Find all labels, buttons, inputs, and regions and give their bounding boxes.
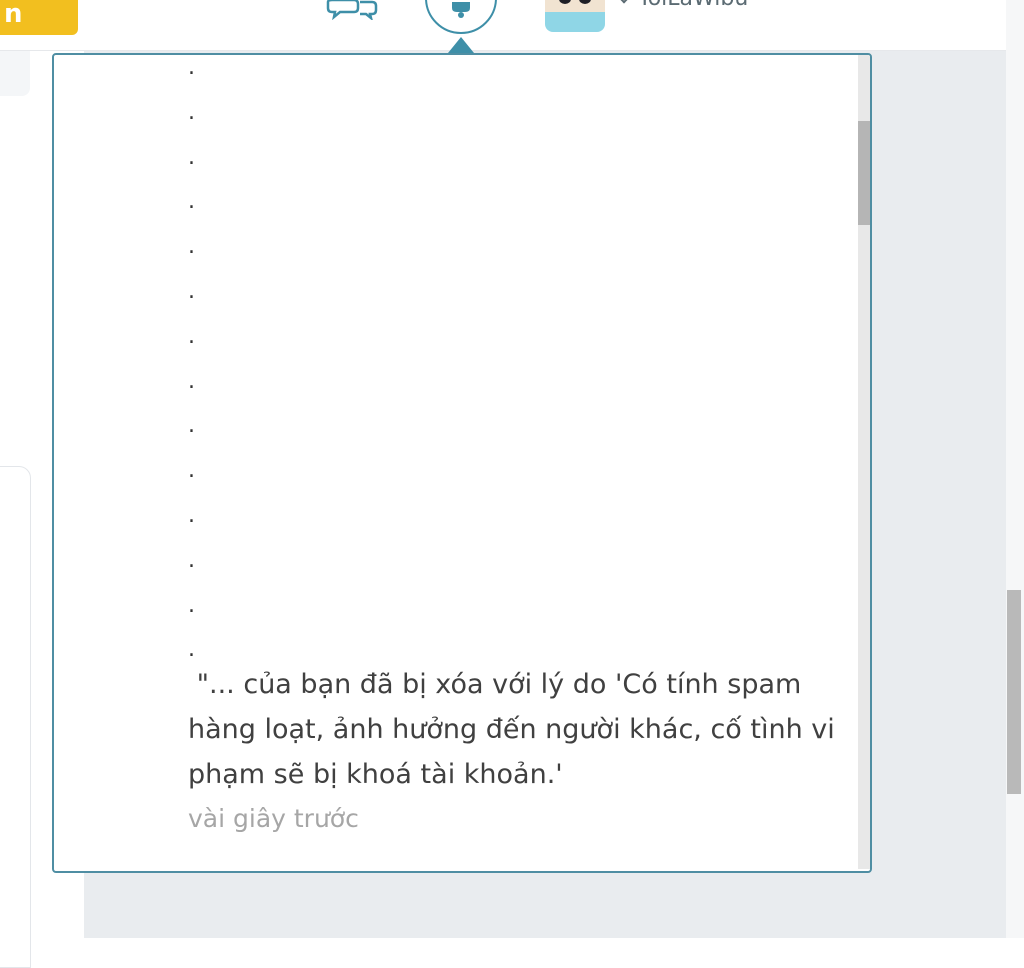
page-scrollbar-thumb[interactable] bbox=[1007, 590, 1021, 794]
notification-timestamp: vài giây trước bbox=[188, 804, 359, 834]
user-avatar[interactable] bbox=[545, 0, 605, 32]
notification-dot-line: . bbox=[188, 99, 195, 125]
notification-dot-line: . bbox=[188, 592, 195, 618]
popup-pointer bbox=[448, 37, 474, 53]
popup-scrollbar-thumb[interactable] bbox=[858, 121, 870, 225]
notification-dot-line: . bbox=[188, 458, 195, 484]
username: ToiLaWibu bbox=[638, 0, 748, 11]
notification-dot-line: . bbox=[188, 144, 195, 170]
notifications-bell-button[interactable] bbox=[425, 0, 497, 34]
header-yellow-button-label: n bbox=[4, 0, 23, 29]
notification-dot-line: . bbox=[188, 234, 195, 260]
header-yellow-button[interactable]: n bbox=[0, 0, 78, 35]
notification-dot-line: . bbox=[188, 547, 195, 573]
notification-dot-line: . bbox=[188, 323, 195, 349]
chevron-down-icon bbox=[615, 0, 633, 4]
notification-dot-line: . bbox=[188, 368, 195, 394]
left-panel-top bbox=[0, 50, 30, 96]
notification-list: . . . . . . . . . . . . . . "... của bạn… bbox=[188, 57, 848, 841]
notification-dot-line: . bbox=[188, 189, 195, 215]
page-scrollbar-track[interactable] bbox=[1006, 0, 1024, 938]
notifications-popup: . . . . . . . . . . . . . . "... của bạn… bbox=[52, 53, 872, 873]
user-menu[interactable]: ToiLaWibu bbox=[615, 0, 748, 11]
notification-message[interactable]: "... của bạn đã bị xóa với lý do 'Có tín… bbox=[188, 662, 838, 797]
notification-dot-line: . bbox=[188, 278, 195, 304]
chat-bubbles-icon[interactable] bbox=[326, 0, 378, 22]
left-panel-card bbox=[0, 466, 31, 968]
top-header: n ToiLaWibu bbox=[0, 0, 1006, 51]
bell-icon bbox=[449, 2, 473, 18]
notification-dot-line: . bbox=[188, 413, 195, 439]
notification-dot-line: . bbox=[188, 55, 195, 80]
notification-dot-line: . bbox=[188, 502, 195, 528]
